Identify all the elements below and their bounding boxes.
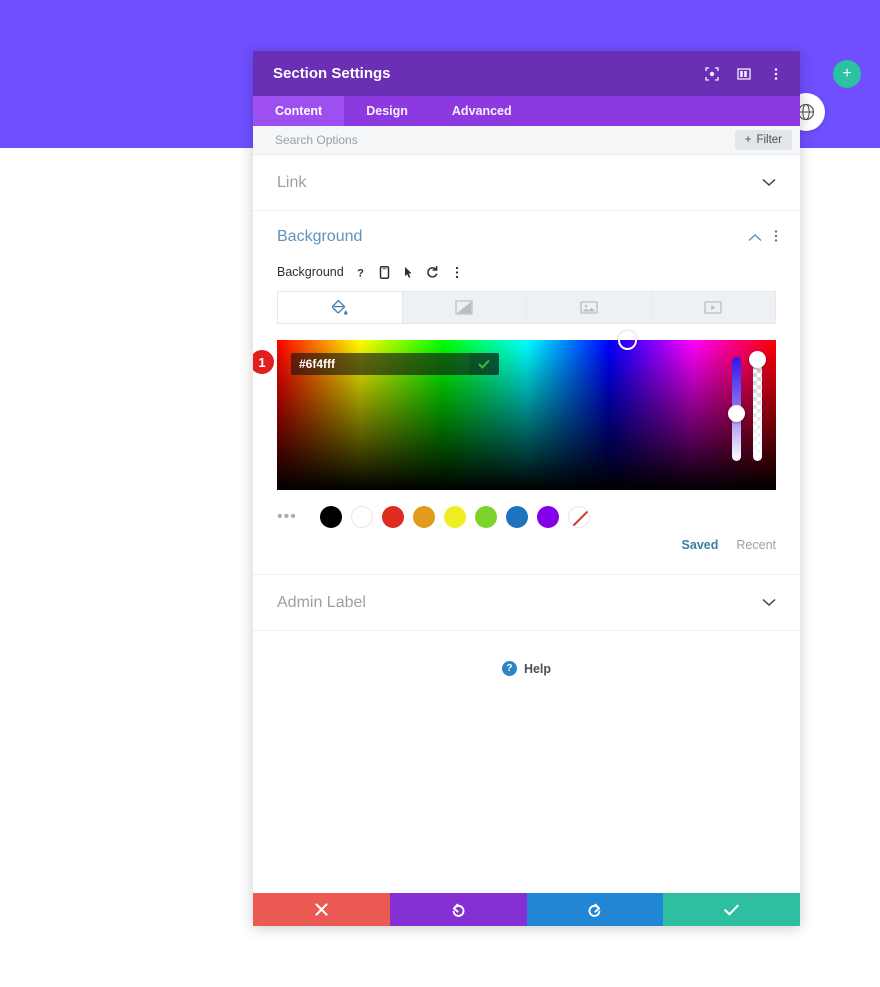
background-field-label-row: Background ? bbox=[253, 263, 800, 281]
background-image-tab[interactable] bbox=[527, 292, 652, 323]
focus-icon[interactable] bbox=[704, 66, 720, 82]
gradient-icon bbox=[455, 300, 473, 315]
palette-tabs: Saved Recent bbox=[253, 528, 800, 552]
tab-design[interactable]: Design bbox=[344, 96, 430, 126]
alpha-slider-handle[interactable] bbox=[749, 351, 766, 368]
modal-tab-bar: Content Design Advanced bbox=[253, 96, 800, 126]
swatch-black[interactable] bbox=[320, 506, 342, 528]
check-icon bbox=[724, 904, 739, 915]
background-gradient-tab[interactable] bbox=[402, 292, 527, 323]
swatch-white[interactable] bbox=[351, 506, 373, 528]
color-swatch-row: ••• bbox=[253, 490, 800, 528]
tab-advanced[interactable]: Advanced bbox=[430, 96, 534, 126]
color-picker-cursor[interactable] bbox=[618, 331, 637, 350]
plus-icon: + bbox=[842, 65, 852, 82]
svg-text:?: ? bbox=[357, 267, 364, 279]
modal-footer bbox=[253, 893, 800, 926]
background-color-tab[interactable] bbox=[278, 292, 403, 323]
swatch-orange[interactable] bbox=[413, 506, 435, 528]
hue-slider-handle[interactable] bbox=[728, 405, 745, 422]
filter-button-label: Filter bbox=[756, 134, 782, 146]
tab-content[interactable]: Content bbox=[253, 96, 345, 126]
chevron-up-icon[interactable] bbox=[748, 230, 762, 245]
paint-bucket-icon bbox=[332, 299, 348, 315]
section-background: Background Background ? 1 #6f4fff ••• Sa… bbox=[253, 211, 800, 575]
plus-icon: + bbox=[744, 134, 752, 146]
section-admin-label[interactable]: Admin Label bbox=[253, 575, 800, 631]
hex-input[interactable] bbox=[291, 353, 469, 375]
close-icon bbox=[315, 903, 328, 916]
filter-button[interactable]: + Filter bbox=[734, 130, 792, 150]
step-badge-1: 1 bbox=[253, 350, 274, 374]
hex-input-group bbox=[291, 353, 499, 375]
save-button[interactable] bbox=[663, 893, 800, 926]
more-vertical-icon[interactable] bbox=[450, 265, 464, 279]
hue-slider[interactable] bbox=[728, 357, 745, 461]
hex-confirm-button[interactable] bbox=[469, 353, 499, 375]
layout-columns-icon[interactable] bbox=[736, 66, 752, 82]
image-icon bbox=[580, 301, 598, 314]
search-input[interactable] bbox=[275, 133, 735, 147]
color-picker-saturation-area[interactable] bbox=[277, 331, 776, 490]
help-icon[interactable]: ? bbox=[354, 265, 368, 279]
search-bar: + Filter bbox=[253, 126, 800, 155]
undo-button[interactable] bbox=[389, 893, 527, 926]
palette-tab-recent[interactable]: Recent bbox=[736, 538, 776, 552]
reset-icon[interactable] bbox=[426, 265, 440, 279]
section-background-menu-icon[interactable] bbox=[774, 229, 778, 246]
cancel-button[interactable] bbox=[253, 893, 390, 926]
section-link[interactable]: Link bbox=[253, 155, 800, 211]
background-video-tab[interactable] bbox=[651, 292, 775, 323]
chevron-down-icon[interactable] bbox=[762, 595, 776, 610]
undo-icon bbox=[452, 903, 465, 917]
swatch-red[interactable] bbox=[382, 506, 404, 528]
background-field-label: Background bbox=[277, 265, 344, 279]
swatch-yellow[interactable] bbox=[444, 506, 466, 528]
add-section-button[interactable]: + bbox=[833, 60, 861, 88]
check-icon bbox=[478, 359, 490, 369]
more-vertical-icon[interactable] bbox=[768, 66, 784, 82]
section-background-header[interactable]: Background bbox=[253, 211, 800, 263]
swatch-green[interactable] bbox=[475, 506, 497, 528]
swatch-none[interactable] bbox=[568, 506, 590, 528]
redo-icon bbox=[588, 903, 601, 917]
section-settings-modal: Section Settings Content Design Advanced… bbox=[253, 51, 800, 926]
swatch-blue[interactable] bbox=[506, 506, 528, 528]
modal-header-actions bbox=[704, 66, 784, 82]
hover-cursor-icon[interactable] bbox=[402, 265, 416, 279]
responsive-mobile-icon[interactable] bbox=[378, 265, 392, 279]
modal-body: Link Background Background ? 1 #6f4fff •… bbox=[253, 155, 800, 893]
question-circle-icon: ? bbox=[501, 661, 517, 676]
redo-button[interactable] bbox=[526, 893, 664, 926]
modal-header: Section Settings bbox=[253, 51, 800, 96]
section-link-title: Link bbox=[277, 173, 307, 191]
section-admin-label-title: Admin Label bbox=[277, 593, 366, 611]
video-icon bbox=[704, 301, 722, 314]
help-button[interactable]: ? Help bbox=[253, 661, 800, 676]
swatch-purple[interactable] bbox=[537, 506, 559, 528]
alpha-slider[interactable] bbox=[749, 351, 766, 461]
chevron-down-icon[interactable] bbox=[762, 175, 776, 190]
help-label: Help bbox=[523, 661, 552, 676]
section-background-title: Background bbox=[277, 228, 363, 245]
palette-tab-saved[interactable]: Saved bbox=[682, 538, 719, 552]
swatch-more-button[interactable]: ••• bbox=[277, 508, 303, 526]
background-type-tabs bbox=[277, 291, 776, 324]
page-title: Section Settings bbox=[273, 65, 391, 82]
color-picker: 1 bbox=[253, 331, 776, 490]
